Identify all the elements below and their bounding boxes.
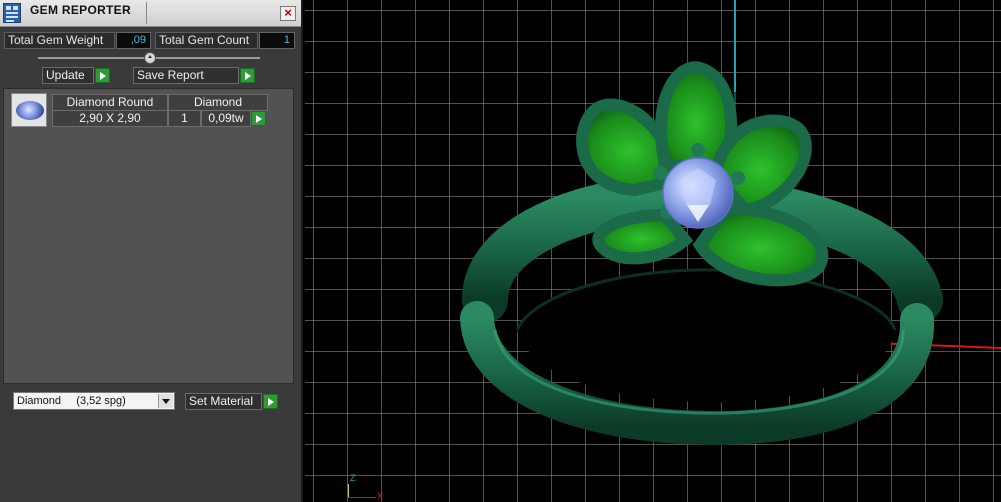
total-gem-weight-label: Total Gem Weight [4, 32, 115, 49]
save-report-play-icon[interactable] [240, 68, 255, 83]
gem-list: Diamond Round Diamond 2,90 X 2,90 1 0,09… [3, 88, 294, 384]
total-gem-count-label: Total Gem Count [155, 32, 258, 49]
gem-material-cell: Diamond [168, 94, 268, 111]
set-material-button[interactable]: Set Material [185, 393, 262, 410]
axis-gizmo-vertical [348, 484, 349, 498]
gem-thumbnail[interactable] [11, 93, 47, 127]
material-select[interactable]: Diamond (3,52 spg) [13, 392, 175, 410]
panel-splitter-handle[interactable] [144, 52, 156, 64]
prong [731, 171, 745, 185]
gem-row-play-icon[interactable] [251, 111, 266, 126]
total-gem-count-value: 1 [259, 32, 295, 49]
window-title: GEM REPORTER [30, 3, 131, 17]
petal-front-left [592, 208, 694, 265]
gem-size-cell: 2,90 X 2,90 [52, 110, 168, 127]
update-button[interactable]: Update [42, 67, 94, 84]
chevron-down-icon[interactable] [158, 394, 173, 408]
gem-weight-cell: 0,09tw [201, 110, 251, 127]
save-report-button[interactable]: Save Report [133, 67, 239, 84]
3d-viewport[interactable]: Z X [305, 0, 1001, 502]
gem-reporter-panel: GEM REPORTER × Total Gem Weight ,09 Tota… [0, 0, 303, 502]
total-gem-weight-value: ,09 [116, 32, 151, 49]
update-play-icon[interactable] [95, 68, 110, 83]
gem-reporter-app-icon [3, 3, 21, 23]
axis-x-label: X [377, 491, 384, 501]
ring-render [460, 0, 1001, 446]
gem-count-cell: 1 [168, 110, 201, 127]
axis-gizmo-horizontal [348, 497, 376, 498]
gem-name-cell: Diamond Round [52, 94, 168, 111]
title-divider [146, 2, 147, 24]
title-bar[interactable]: GEM REPORTER × [0, 0, 301, 27]
axis-z-label: Z [350, 473, 356, 483]
set-material-play-icon[interactable] [263, 394, 278, 409]
material-select-value: Diamond (3,52 spg) [17, 395, 126, 407]
prong [691, 143, 705, 157]
round-diamond-icon [16, 101, 44, 120]
close-icon[interactable]: × [280, 6, 296, 21]
